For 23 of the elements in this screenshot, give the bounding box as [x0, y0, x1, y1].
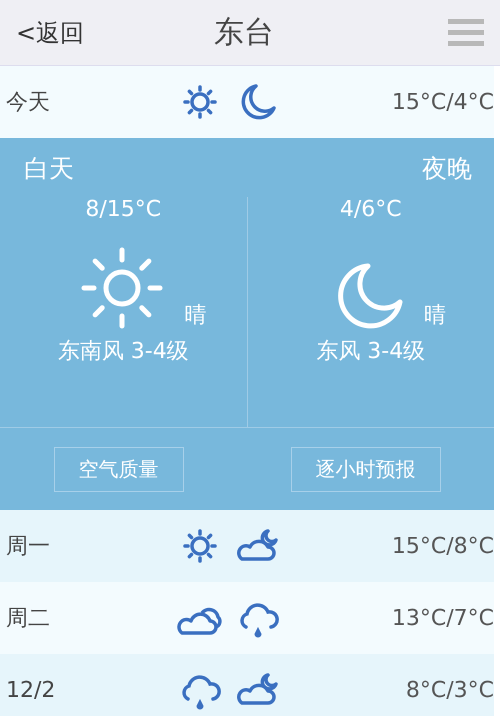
- weather-condition: 晴: [184, 302, 206, 330]
- wind-info: 东南风 3-4级: [58, 338, 189, 366]
- menu-icon[interactable]: [448, 18, 484, 46]
- weather-condition: 晴: [424, 302, 446, 330]
- temperature-range: 8°C/3°C: [404, 678, 494, 702]
- temperature-range: 8/15°C: [85, 197, 162, 222]
- day-label: 周一: [6, 533, 51, 561]
- temperature-range: 4/6°C: [340, 197, 402, 222]
- back-link[interactable]: <返回: [16, 16, 84, 48]
- temperature-range: 15°C/8°C: [390, 534, 494, 558]
- panel-button[interactable]: 空气质量: [54, 446, 184, 492]
- temperature-range: 15°C/4°C: [390, 90, 494, 114]
- sun-icon: [80, 246, 164, 330]
- day-heading: 白天: [24, 153, 74, 185]
- city-title: 东台: [214, 14, 274, 52]
- moon-icon: [336, 262, 404, 330]
- wind-info: 东风 3-4级: [316, 338, 426, 366]
- day-label: 12/2: [6, 678, 56, 702]
- night-heading: 夜晚: [422, 153, 472, 185]
- panel-button[interactable]: 逐小时预报: [290, 446, 440, 492]
- day-label: 周二: [6, 605, 51, 633]
- day-label: 今天: [6, 89, 51, 117]
- temperature-range: 13°C/7°C: [390, 606, 494, 630]
